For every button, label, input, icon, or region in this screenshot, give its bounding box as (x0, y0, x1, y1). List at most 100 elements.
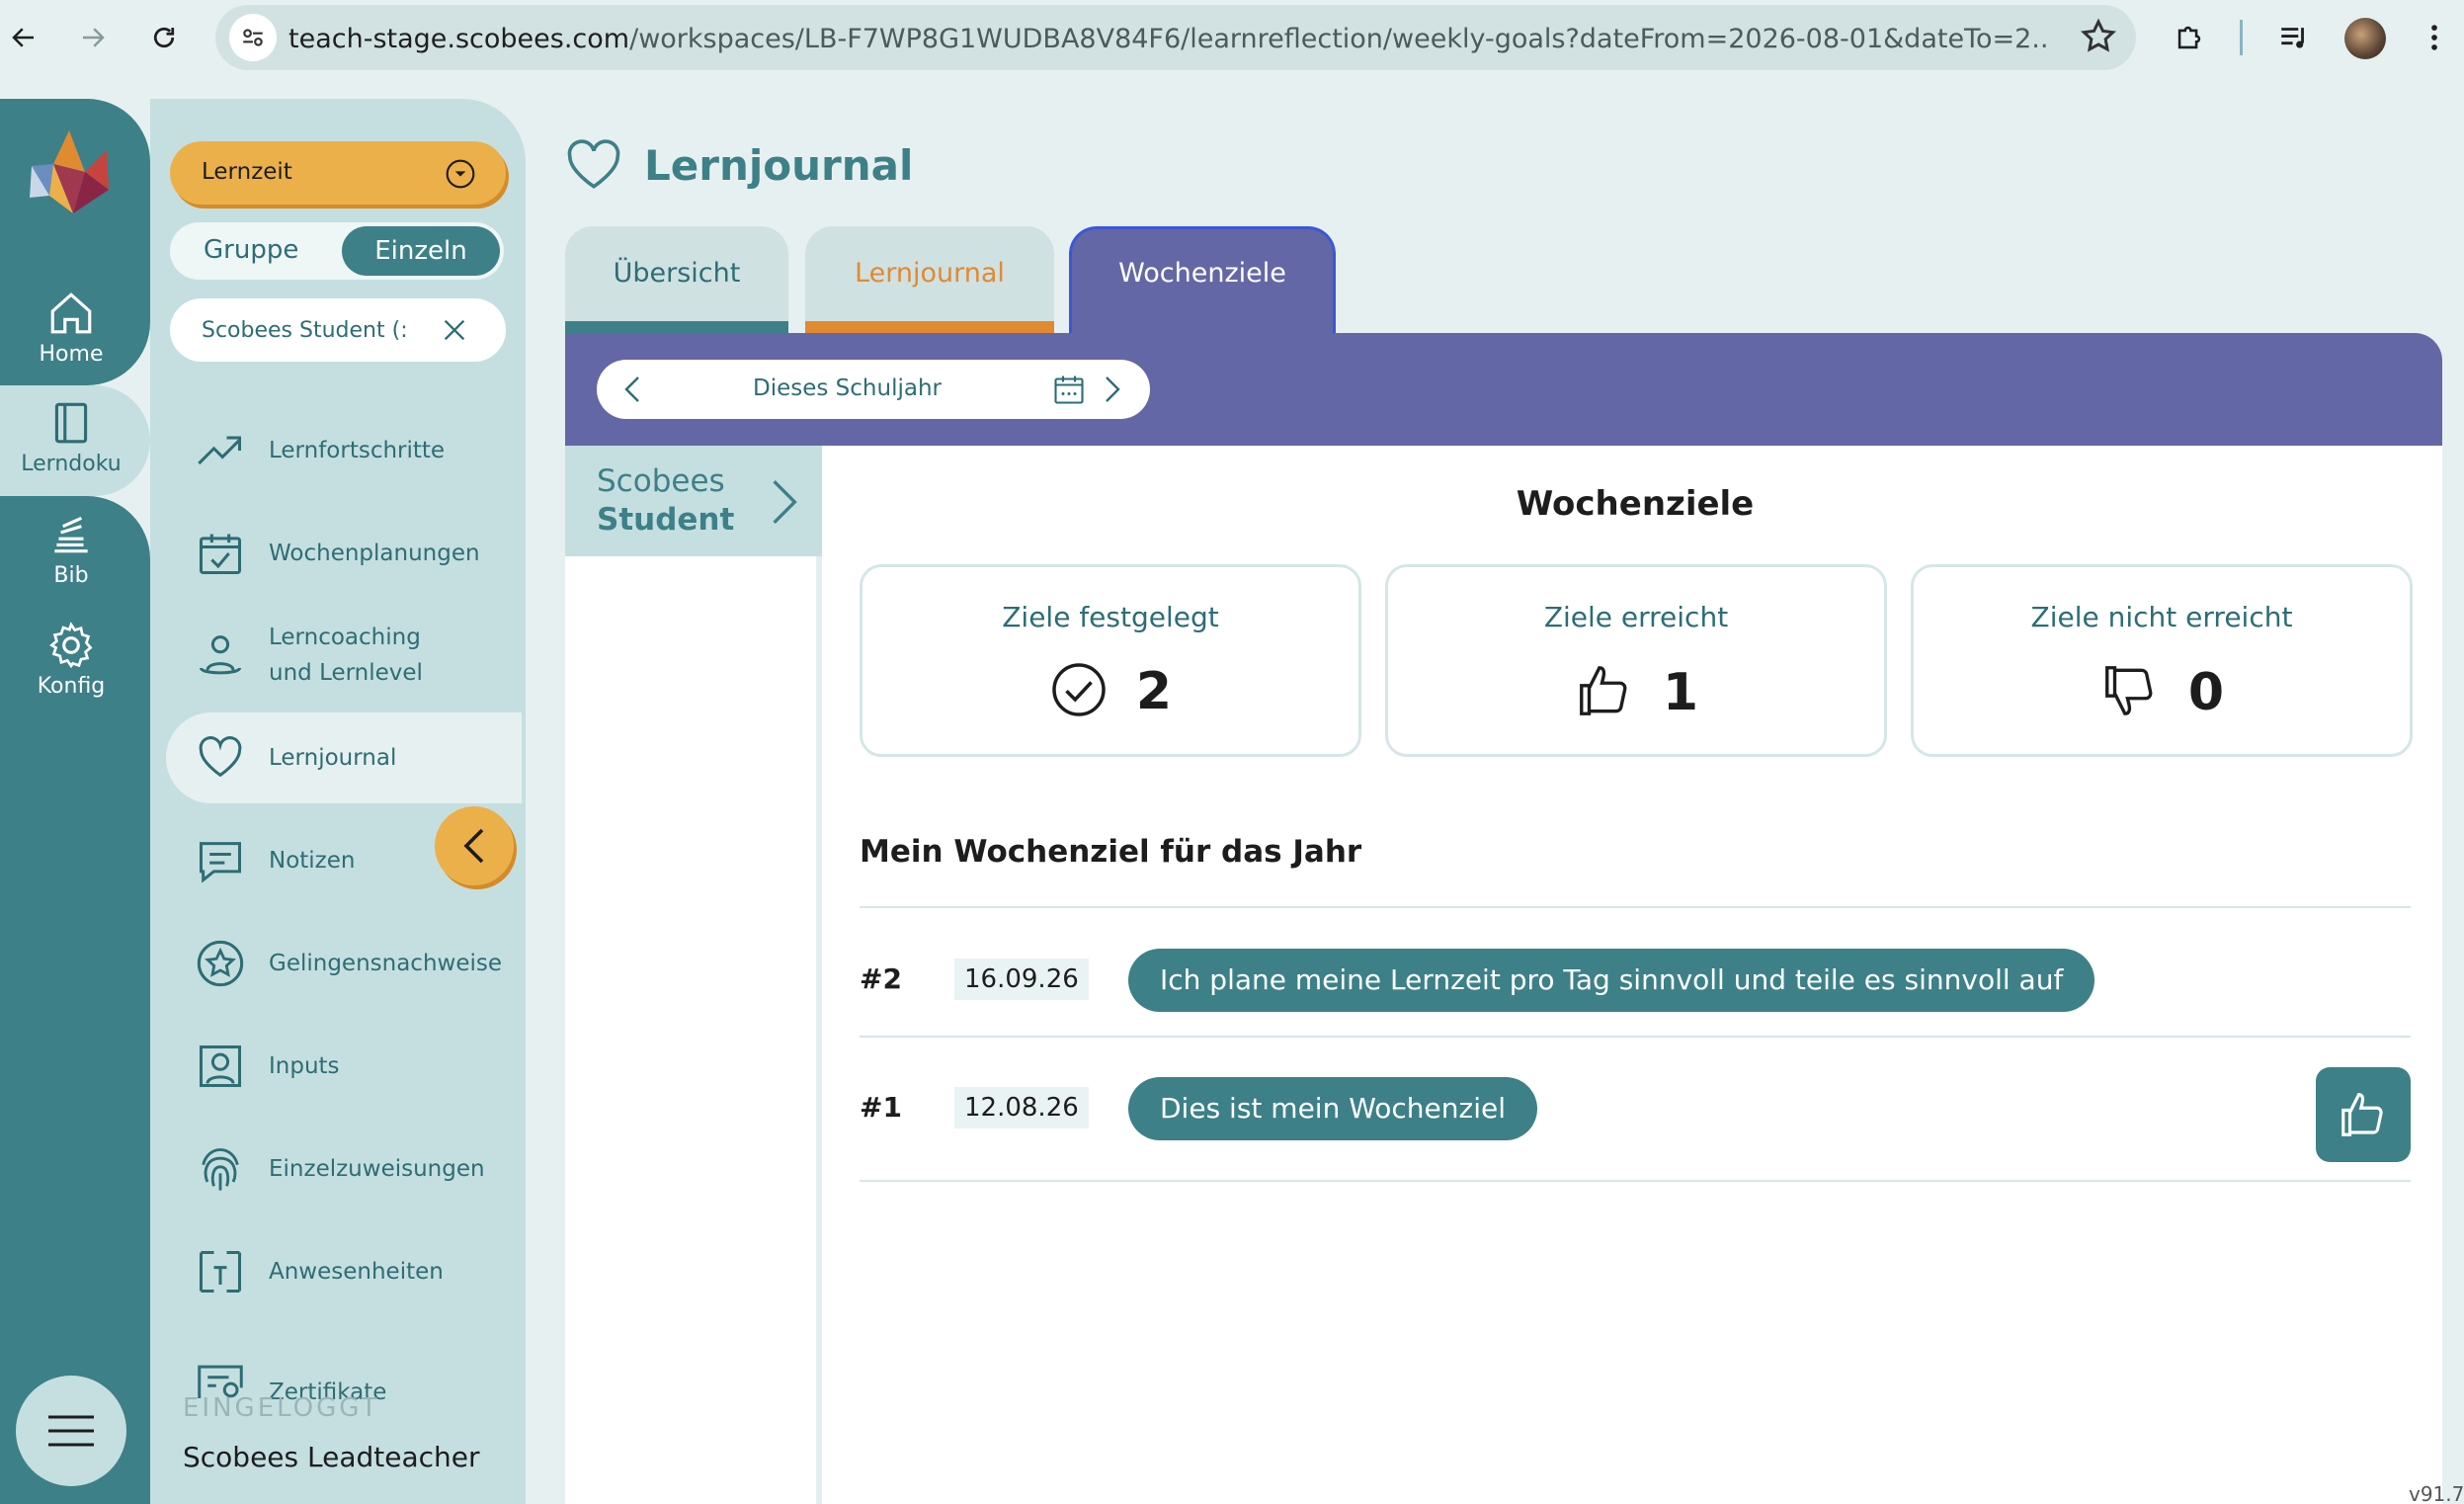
thumbs-up-icon (2341, 1093, 2383, 1136)
rail-item-konfig[interactable]: Konfig (0, 621, 142, 699)
goal-text[interactable]: Ich plane meine Lernzeit pro Tag sinnvol… (1128, 949, 2095, 1012)
logged-in-user: Scobees Leadteacher (183, 1441, 480, 1473)
goal-row: #1 12.08.26 Dies ist mein Wochenziel (860, 1044, 2411, 1172)
mode-select-value: Lernzeit (202, 159, 292, 185)
thumbs-up-icon (1574, 660, 1635, 725)
page-title: Lernjournal (644, 141, 914, 190)
thumbs-down-icon (2099, 660, 2161, 725)
sidebar-item-lernjournal[interactable]: Lernjournal (166, 712, 522, 803)
bookmark-star-icon[interactable] (2079, 17, 2118, 60)
sidebar-item-inputs[interactable]: Inputs (170, 1021, 526, 1112)
browser-toolbar: teach-stage.scobees.com/workspaces/LB-F7… (0, 0, 2464, 77)
goal-text[interactable]: Dies ist mein Wochenziel (1128, 1077, 1537, 1140)
rail-item-home[interactable]: Home (0, 289, 142, 367)
date-range-picker[interactable]: Dieses Schuljahr (597, 360, 1150, 419)
sidebar-item-label: Wochenplanungen (269, 541, 480, 566)
reload-icon[interactable] (140, 14, 188, 61)
goal-date: 16.09.26 (954, 959, 1089, 1000)
heart-icon (194, 731, 247, 785)
goal-row: #2 16.09.26 Ich plane meine Lernzeit pro… (860, 915, 2411, 1044)
student-first-name: Scobees (597, 463, 725, 499)
stat-label: Ziele erreicht (1543, 601, 1729, 633)
divider (860, 906, 2411, 908)
rail-item-label: Home (39, 342, 104, 367)
calendar-icon[interactable] (1051, 372, 1087, 411)
chevron-right-icon[interactable] (767, 476, 802, 532)
sidebar-item-label: Notizen (269, 848, 356, 874)
notebook-icon (54, 402, 88, 444)
app-version: v91.7 (2409, 1482, 2464, 1504)
chevron-down-circle-icon (445, 158, 476, 194)
divider (860, 1180, 2411, 1182)
student-chip-label: Scobees Student (: (202, 318, 408, 343)
hamburger-icon (48, 1415, 94, 1447)
sidebar-item-einzelzuweisungen[interactable]: Einzelzuweisungen (170, 1124, 526, 1214)
tab-lernjournal[interactable]: Lernjournal (805, 226, 1054, 333)
rail-item-label: Lerndoku (21, 452, 122, 476)
check-circle-icon (1049, 660, 1109, 723)
rail-item-bib[interactable]: Bib (0, 510, 142, 588)
sidebar-item-lerncoaching[interactable]: Lerncoaching und Lernlevel (170, 610, 526, 701)
home-icon (50, 292, 92, 334)
student-last-name: Student (597, 502, 735, 538)
forward-icon[interactable] (69, 14, 117, 61)
rail-item-label: Bib (53, 563, 89, 588)
group-single-toggle: Gruppe Einzeln (170, 222, 504, 280)
sidebar-item-zertifikate[interactable]: Zertifikate (170, 1329, 526, 1405)
profile-avatar[interactable] (2344, 18, 2386, 59)
address-bar[interactable]: teach-stage.scobees.com/workspaces/LB-F7… (215, 5, 2136, 70)
chevron-left-icon[interactable] (622, 375, 642, 408)
stat-value: 1 (1662, 663, 1699, 722)
goal-date: 12.08.26 (954, 1087, 1089, 1128)
student-column (565, 446, 822, 1504)
goal-number: #2 (860, 962, 902, 995)
goal-number: #1 (860, 1091, 902, 1124)
scobees-logo[interactable] (26, 126, 113, 217)
stat-value: 2 (1135, 662, 1173, 721)
section-title: Wochenziele (1516, 484, 1755, 524)
sidebar-item-label: Gelingensnachweise (269, 951, 503, 976)
heart-icon (565, 138, 622, 196)
tab-uebersicht[interactable]: Übersicht (565, 226, 788, 333)
student-chip[interactable]: Scobees Student (: (170, 298, 506, 362)
library-icon (54, 516, 88, 553)
chevron-right-icon[interactable] (1103, 375, 1122, 408)
sidebar-item-wochenplanungen[interactable]: Wochenplanungen (170, 508, 526, 599)
extensions-icon[interactable] (2166, 14, 2213, 61)
sidebar-item-label: Lernjournal (269, 745, 397, 771)
sidebar-item-label: Anwesenheiten (269, 1259, 444, 1285)
sidebar-item-anwesenheiten[interactable]: Anwesenheiten (170, 1226, 526, 1317)
goal-achieved-button[interactable] (2316, 1067, 2411, 1162)
year-goals-title: Mein Wochenziel für das Jahr (860, 834, 1362, 870)
tab-wochenziele[interactable]: Wochenziele (1069, 226, 1336, 333)
sidebar-item-gelingensnachweise[interactable]: Gelingensnachweise (170, 918, 526, 1009)
more-menu-icon[interactable] (2411, 14, 2458, 61)
stat-label: Ziele nicht erreicht (2030, 601, 2293, 633)
calendar-check-icon (194, 527, 247, 580)
back-icon[interactable] (0, 14, 47, 61)
url-text: teach-stage.scobees.com/workspaces/LB-F7… (288, 24, 2047, 54)
toggle-gruppe[interactable]: Gruppe (204, 235, 298, 265)
close-icon[interactable] (441, 316, 468, 348)
mode-select[interactable]: Lernzeit (170, 141, 506, 205)
collapse-sidebar-button[interactable] (435, 806, 514, 885)
sidebar-item-lernfortschritte[interactable]: Lernfortschritte (170, 405, 526, 496)
logged-in-label: EINGELOGGT (183, 1393, 380, 1423)
fingerprint-icon (194, 1142, 247, 1196)
trend-icon (194, 424, 247, 477)
gear-icon (49, 622, 93, 669)
hamburger-menu-button[interactable] (16, 1376, 126, 1486)
sidebar-item-label: Lerncoaching und Lernlevel (269, 625, 423, 686)
door-icon (194, 1245, 247, 1298)
stat-value: 0 (2187, 663, 2225, 722)
rail-item-label: Konfig (37, 674, 106, 699)
divider (860, 1036, 2411, 1038)
person-frame-icon (194, 1040, 247, 1093)
rail-item-lerndoku[interactable]: Lerndoku (0, 398, 142, 476)
site-info-icon[interactable] (229, 14, 277, 61)
person-icon (194, 628, 247, 682)
toggle-einzeln[interactable]: Einzeln (342, 226, 500, 276)
comment-icon (194, 834, 247, 887)
media-control-icon[interactable] (2270, 14, 2318, 61)
sidebar-item-label: Einzelzuweisungen (269, 1156, 485, 1182)
